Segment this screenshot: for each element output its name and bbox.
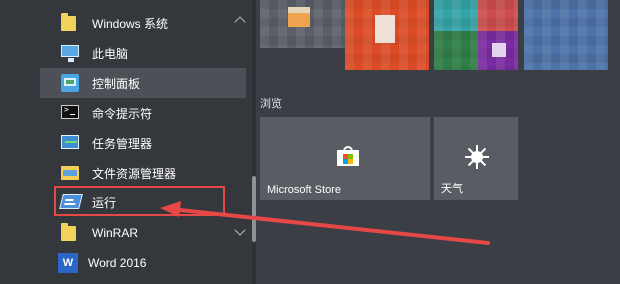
command-prompt-icon — [60, 103, 80, 123]
pixelated-tile[interactable] — [434, 0, 478, 31]
tile-weather[interactable]: 天气 — [434, 117, 518, 200]
menu-item-command-prompt[interactable]: 命令提示符 — [40, 98, 246, 128]
pixelated-tile[interactable] — [478, 31, 518, 70]
tile-microsoft-store[interactable]: Microsoft Store — [260, 117, 430, 200]
pixelated-tile[interactable] — [524, 0, 608, 70]
menu-item-winrar[interactable]: WinRAR — [54, 218, 252, 248]
highlight-box — [54, 186, 225, 216]
menu-item-label: 命令提示符 — [92, 106, 153, 121]
tile-label: 天气 — [441, 183, 463, 195]
menu-item-task-manager[interactable]: 任务管理器 — [40, 128, 246, 158]
folder-icon — [60, 13, 80, 33]
menu-item-control-panel[interactable]: 控制面板 — [40, 68, 246, 98]
menu-item-this-pc[interactable]: 此电脑 — [40, 38, 246, 68]
menu-item-file-explorer[interactable]: 文件资源管理器 — [40, 158, 246, 188]
menu-item-label: Word 2016 — [88, 256, 147, 270]
pixelated-tile[interactable] — [345, 0, 429, 70]
section-title: 浏览 — [260, 98, 282, 110]
menu-item-label: 任务管理器 — [92, 136, 153, 151]
tile-label: Microsoft Store — [267, 184, 341, 196]
menu-item-label: 此电脑 — [92, 46, 129, 61]
tile-panel: 浏览 Microsoft Store 天气 — [256, 0, 620, 284]
pixelated-tile[interactable] — [478, 0, 518, 31]
start-menu-app-list: Windows 系统 此电脑 控制面板 命令提示符 任务管理器 文件资源管理器 … — [0, 0, 252, 284]
task-manager-icon — [60, 133, 80, 153]
menu-item-word-2016[interactable]: W Word 2016 — [54, 248, 252, 278]
menu-item-label: Windows 系统 — [92, 16, 169, 31]
pixelated-tile[interactable] — [434, 31, 478, 70]
menu-item-windows-system[interactable]: Windows 系统 — [54, 8, 252, 38]
sun-icon — [465, 145, 489, 169]
store-icon — [337, 146, 359, 166]
chevron-down-icon[interactable] — [234, 224, 246, 236]
word-icon: W — [58, 253, 78, 273]
folder-icon — [60, 223, 80, 243]
control-panel-icon — [60, 73, 80, 93]
pixelated-tile[interactable] — [260, 0, 345, 48]
menu-item-label: WinRAR — [92, 226, 139, 240]
chevron-up-icon[interactable] — [234, 16, 246, 28]
menu-item-label: 文件资源管理器 — [92, 166, 177, 181]
menu-item-label: 控制面板 — [92, 76, 141, 91]
file-explorer-icon — [60, 163, 80, 183]
computer-icon — [60, 43, 80, 63]
